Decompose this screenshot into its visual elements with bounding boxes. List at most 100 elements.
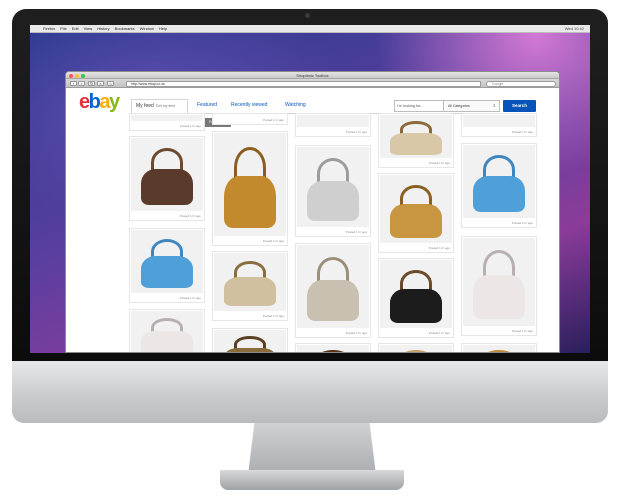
posted-time: Posted 1 hr ago bbox=[262, 314, 284, 318]
tab-featured[interactable]: Featured bbox=[193, 99, 221, 114]
handbag bbox=[224, 176, 276, 228]
forward-icon[interactable]: › bbox=[78, 80, 85, 86]
handbag-photo[interactable] bbox=[463, 115, 535, 127]
feed-item[interactable]: Posted 1 hr ago bbox=[378, 173, 454, 253]
feed-item[interactable]: Posted 1 hr ago bbox=[461, 113, 537, 137]
tab-my-feed[interactable]: My feed Edit my feed bbox=[131, 99, 188, 114]
handbag-photo[interactable] bbox=[131, 230, 203, 293]
posted-time: Posted 1 hr ago bbox=[345, 230, 367, 234]
window-controls bbox=[69, 73, 85, 78]
imac-stand bbox=[248, 423, 376, 475]
feed-item[interactable]: Posted 1 hr ago bbox=[212, 131, 288, 246]
minimize-window-button[interactable] bbox=[75, 73, 79, 78]
handbag-photo[interactable] bbox=[380, 115, 452, 158]
handbag-photo[interactable] bbox=[131, 115, 203, 121]
ebay-logo[interactable]: ebay bbox=[79, 91, 120, 113]
menubar-item[interactable]: Window bbox=[140, 26, 154, 31]
handbag-photo[interactable] bbox=[463, 145, 535, 218]
handbag bbox=[307, 180, 359, 221]
address-bar[interactable]: http://www.ebay.co.uk bbox=[126, 80, 481, 87]
ebay-search-input[interactable]: I'm looking for... bbox=[394, 100, 444, 112]
menubar-item[interactable]: Help bbox=[159, 26, 167, 31]
search-button[interactable]: Search bbox=[503, 100, 536, 112]
handbag bbox=[307, 279, 359, 322]
feed-item[interactable]: Posted 1 hr ago bbox=[461, 343, 537, 352]
handbag-photo[interactable] bbox=[463, 238, 535, 326]
feed-item[interactable]: Posted 1 hr ago bbox=[378, 343, 454, 352]
feed-item[interactable]: Posted 1 hr ago bbox=[129, 113, 205, 131]
posted-time: Posted 1 hr ago bbox=[179, 124, 201, 128]
handbag-photo[interactable] bbox=[297, 245, 369, 328]
menubar-item[interactable]: Bookmarks bbox=[115, 26, 135, 31]
handbag-photo[interactable] bbox=[380, 175, 452, 243]
handbag-photo[interactable] bbox=[463, 345, 535, 352]
feed-item[interactable]: Posted 1 hr ago bbox=[129, 228, 205, 303]
imac-stand-foot bbox=[220, 470, 404, 490]
handbag-photo[interactable] bbox=[297, 115, 369, 127]
feed-item[interactable]: Posted 1 hr ago bbox=[461, 236, 537, 336]
handbag-photo[interactable] bbox=[131, 138, 203, 211]
handbag bbox=[390, 288, 442, 323]
feed-item[interactable]: Posted 1 hr ago bbox=[212, 251, 288, 321]
handbag bbox=[473, 274, 525, 319]
feed-item[interactable]: Posted 1 hr ago bbox=[212, 328, 288, 352]
handbag-photo[interactable] bbox=[214, 330, 286, 352]
bag-handle bbox=[483, 350, 515, 352]
bag-handle bbox=[400, 350, 432, 352]
menubar-item[interactable]: Edit bbox=[72, 26, 79, 31]
posted-time: Posted 1 hr ago bbox=[428, 161, 450, 165]
bag-handle bbox=[317, 350, 349, 352]
handbag bbox=[390, 133, 442, 155]
zoom-window-button[interactable] bbox=[81, 73, 85, 78]
handbag bbox=[141, 256, 193, 288]
handbag bbox=[141, 168, 193, 206]
camera-icon bbox=[305, 13, 310, 18]
stop-icon[interactable]: × bbox=[97, 80, 104, 86]
handbag-photo[interactable] bbox=[297, 147, 369, 227]
tab-watching[interactable]: Watching bbox=[281, 99, 310, 114]
posted-time: Posted 1 hr ago bbox=[511, 221, 533, 225]
feed-item[interactable]: Posted 1 hr ago bbox=[295, 145, 371, 237]
handbag-photo[interactable] bbox=[380, 345, 452, 352]
handbag-photo[interactable] bbox=[214, 133, 286, 236]
posted-time: Posted 1 hr ago bbox=[179, 214, 201, 218]
menubar-item[interactable]: History bbox=[97, 26, 109, 31]
menubar-item[interactable]: File bbox=[60, 26, 66, 31]
feed-item[interactable]: Posted 1 hr ago bbox=[378, 113, 454, 168]
tab-recently-viewed[interactable]: Recently viewed bbox=[227, 99, 271, 114]
handbag bbox=[390, 203, 442, 238]
handbag-photo[interactable] bbox=[380, 260, 452, 328]
category-select[interactable]: All Categories ⇕ bbox=[444, 100, 500, 112]
browser-search-input[interactable]: Google bbox=[486, 80, 556, 87]
menubar-clock: Wed 10:42 bbox=[564, 26, 584, 31]
browser-toolbar: ‹ › ↻ × ⌂ http://www.ebay.co.uk Google bbox=[66, 79, 559, 88]
handbag-photo[interactable] bbox=[131, 311, 203, 352]
feed-item[interactable]: Posted 1 hr ago bbox=[129, 309, 205, 352]
handbag-photo[interactable] bbox=[297, 345, 369, 352]
posted-time: Posted 1 hr ago bbox=[262, 239, 284, 243]
feed-item[interactable]: Posted 1 hr ago bbox=[295, 243, 371, 338]
feed-item[interactable]: Posted 1 hr ago bbox=[129, 136, 205, 221]
back-icon[interactable]: ‹ bbox=[70, 80, 77, 86]
home-icon[interactable]: ⌂ bbox=[107, 80, 114, 86]
feed-item[interactable]: Posted 1 hr ago bbox=[461, 143, 537, 228]
posted-time: Posted 1 hr ago bbox=[511, 130, 533, 134]
close-window-button[interactable] bbox=[69, 73, 73, 78]
window-title: Shoptimiz Toolbox bbox=[296, 73, 329, 78]
handbag bbox=[224, 277, 276, 307]
handbag bbox=[224, 348, 276, 352]
feed-item[interactable]: Posted 1 hr ago bbox=[295, 113, 371, 137]
handbag bbox=[473, 175, 525, 213]
reload-icon[interactable]: ↻ bbox=[88, 80, 95, 86]
feed-item[interactable]: Posted 1 hr ago bbox=[378, 258, 454, 338]
posted-time: Posted 1 hr ago bbox=[345, 331, 367, 335]
feed-item[interactable]: Posted 1 hr ago bbox=[295, 343, 371, 352]
window-titlebar: Shoptimiz Toolbox bbox=[66, 72, 559, 79]
menubar-item[interactable]: Firefox bbox=[43, 26, 55, 31]
handbag-photo[interactable] bbox=[214, 253, 286, 311]
posted-time: Posted 1 hr ago bbox=[428, 331, 450, 335]
mac-menubar: Firefox File Edit View History Bookmarks Windo… bbox=[30, 25, 590, 33]
menubar-items: Firefox File Edit View History Bookmarks Windo… bbox=[43, 25, 172, 33]
menubar-item[interactable]: View bbox=[84, 26, 93, 31]
feed-item[interactable]: Posted 1 hr ago bbox=[212, 113, 288, 125]
